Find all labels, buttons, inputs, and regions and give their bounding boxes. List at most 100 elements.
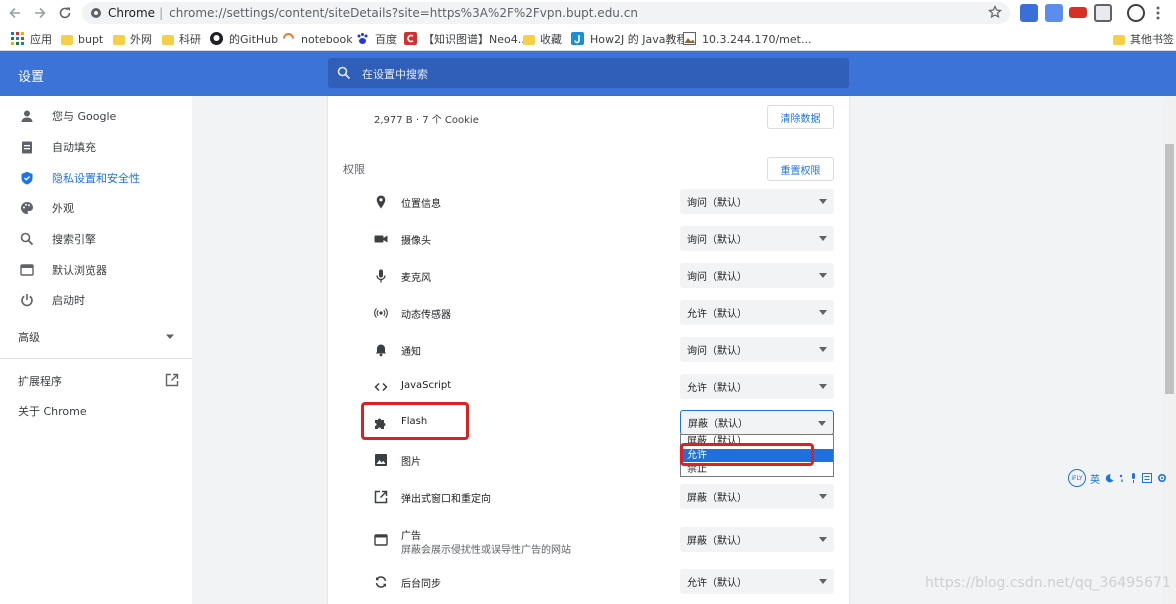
sidebar-item-label: 扩展程序 xyxy=(18,375,62,388)
permission-select[interactable]: 允许（默认） xyxy=(680,569,834,594)
sidebar-divider xyxy=(0,358,192,359)
search-icon xyxy=(337,66,351,80)
permission-value: 屏蔽（默认） xyxy=(688,419,748,430)
scrollbar-thumb[interactable] xyxy=(1165,144,1174,394)
permission-value: 询问（默认） xyxy=(687,235,747,246)
page-scrollbar[interactable] xyxy=(1163,96,1176,604)
address-separator: | xyxy=(159,6,164,20)
permission-label: 麦克风 xyxy=(401,273,431,284)
bookmark-label: 收藏 xyxy=(540,33,562,46)
page-title: 设置 xyxy=(18,70,45,85)
bookmark-label: 外网 xyxy=(130,33,152,46)
youtube-extension-icon[interactable] xyxy=(1069,7,1087,18)
permission-select[interactable]: 询问（默认） xyxy=(680,189,834,214)
caret-down-icon xyxy=(165,334,175,340)
back-icon[interactable] xyxy=(4,2,26,24)
permission-select[interactable]: 询问（默认） xyxy=(680,226,834,251)
forward-icon[interactable] xyxy=(29,2,51,24)
sidebar-item-advanced[interactable]: 高级 xyxy=(0,322,192,352)
settings-gear-icon[interactable] xyxy=(1157,473,1167,483)
ime-language-label[interactable]: 英 xyxy=(1090,471,1100,486)
settings-search-input[interactable]: 在设置中搜索 xyxy=(328,58,849,88)
csdn-c-icon xyxy=(404,32,418,46)
sidebar-item-label: 默认浏览器 xyxy=(52,264,107,277)
open-in-new-icon xyxy=(374,490,388,504)
bookmark-external[interactable]: 外网 xyxy=(113,31,152,47)
permission-label: 弹出式窗口和重定向 xyxy=(401,494,491,505)
clear-data-button[interactable]: 清除数据 xyxy=(767,105,834,129)
moon-icon[interactable] xyxy=(1105,473,1114,483)
bookmark-label: 的GitHub xyxy=(229,33,279,46)
permission-select[interactable]: 询问（默认） xyxy=(680,263,834,288)
permission-label: 动态传感器 xyxy=(401,310,451,321)
permission-row-microphone: 麦克风 询问（默认） xyxy=(372,262,842,290)
bookmark-local-ip[interactable]: 10.3.244.170/met... xyxy=(683,31,811,47)
permission-row-javascript: JavaScript 允许（默认） xyxy=(372,373,842,401)
permission-row-popups: 弹出式窗口和重定向 屏蔽（默认） xyxy=(372,483,842,511)
permission-select[interactable]: 允许（默认） xyxy=(680,374,834,399)
translate-extension-icon[interactable] xyxy=(1045,4,1063,22)
bookmark-baidu[interactable]: 百度 xyxy=(356,31,397,47)
dropdown-option-allow[interactable]: 允许 xyxy=(681,449,833,462)
dropdown-option-deny[interactable]: 禁止 xyxy=(681,463,833,476)
caret-down-icon xyxy=(819,273,827,278)
flash-permission-select[interactable]: 屏蔽（默认） xyxy=(680,410,834,435)
bookmark-other[interactable]: 其他书签 xyxy=(1113,31,1174,47)
permission-select[interactable]: 询问（默认） xyxy=(680,337,834,362)
extension-icon-1[interactable] xyxy=(1020,4,1038,22)
keyboard-icon[interactable] xyxy=(1142,473,1152,483)
bookmark-label: 其他书签 xyxy=(1130,33,1174,46)
sidebar-item-autofill[interactable]: 自动填充 xyxy=(0,132,192,162)
browser-toolbar: Chrome | chrome://settings/content/siteD… xyxy=(0,0,1176,27)
permission-select[interactable]: 允许（默认） xyxy=(680,300,834,325)
dropdown-option-block[interactable]: 屏蔽（默认） xyxy=(681,435,833,448)
image-icon xyxy=(374,453,388,467)
profile-avatar-icon[interactable] xyxy=(1127,4,1145,22)
microphone-icon[interactable] xyxy=(1130,473,1137,483)
bookmark-how2j[interactable]: How2J 的 Java教程 xyxy=(571,31,687,47)
tab-extension-icon[interactable] xyxy=(1094,4,1112,22)
caret-down-icon xyxy=(819,236,827,241)
permission-select[interactable]: 屏蔽（默认） xyxy=(680,527,834,552)
ifly-logo[interactable]: iFLY xyxy=(1068,469,1086,487)
permission-row-location: 位置信息 询问（默认） xyxy=(372,188,842,216)
bookmark-github[interactable]: 的GitHub xyxy=(210,31,278,47)
site-details-card: 2,977 B · 7 个 Cookie 清除数据 权限 重置权限 位置信息 询… xyxy=(328,96,849,604)
bookmark-apps[interactable]: 应用 xyxy=(11,31,52,47)
sidebar-item-search-engine[interactable]: 搜索引擎 xyxy=(0,224,192,254)
permission-select[interactable]: 屏蔽（默认） xyxy=(680,484,834,509)
permission-label: 图片 xyxy=(401,457,421,468)
address-bar[interactable]: Chrome | chrome://settings/content/siteD… xyxy=(82,2,1010,24)
bookmark-favorites[interactable]: 收藏 xyxy=(523,31,562,47)
menu-kebab-icon[interactable] xyxy=(1155,5,1161,21)
sidebar-item-appearance[interactable]: 外观 xyxy=(0,193,192,223)
bookmark-notebook[interactable]: notebook xyxy=(282,31,353,47)
sidebar-item-default-browser[interactable]: 默认浏览器 xyxy=(0,255,192,285)
ime-toolbar: iFLY 英 xyxy=(1068,469,1174,487)
sidebar-item-you-and-google[interactable]: 您与 Google xyxy=(0,101,192,131)
permission-label: 广告 xyxy=(401,531,421,542)
sidebar-item-label: 高级 xyxy=(18,331,40,344)
bookmark-label: How2J 的 Java教程 xyxy=(590,33,688,46)
reset-permissions-button[interactable]: 重置权限 xyxy=(767,157,834,181)
sidebar-item-label: 隐私设置和安全性 xyxy=(52,172,140,185)
browser-window-icon xyxy=(20,263,34,277)
dot-comma-icon[interactable] xyxy=(1119,474,1125,483)
sidebar-item-label: 自动填充 xyxy=(52,141,96,154)
bookmark-research[interactable]: 科研 xyxy=(162,31,201,47)
bookmark-csdn-neo4j[interactable]: 【知识图谱】Neo4... xyxy=(404,31,528,47)
caret-down-icon xyxy=(819,347,827,352)
permission-row-flash: Flash 屏蔽（默认） xyxy=(372,409,842,437)
bookmark-bupt[interactable]: bupt xyxy=(61,31,103,47)
sidebar-item-about-chrome[interactable]: 关于 Chrome xyxy=(0,396,192,426)
sidebar-item-privacy[interactable]: 隐私设置和安全性 xyxy=(0,163,192,193)
permission-value: 允许（默认） xyxy=(687,383,747,394)
bookmark-star-icon[interactable] xyxy=(988,5,1002,19)
folder-icon xyxy=(162,34,174,45)
code-icon xyxy=(374,380,388,394)
address-url[interactable]: chrome://settings/content/siteDetails?si… xyxy=(169,6,638,20)
sidebar-item-on-startup[interactable]: 启动时 xyxy=(0,285,192,315)
permission-row-notifications: 通知 询问（默认） xyxy=(372,336,842,364)
reload-icon[interactable] xyxy=(54,2,76,24)
sidebar-item-extensions[interactable]: 扩展程序 xyxy=(0,366,192,396)
